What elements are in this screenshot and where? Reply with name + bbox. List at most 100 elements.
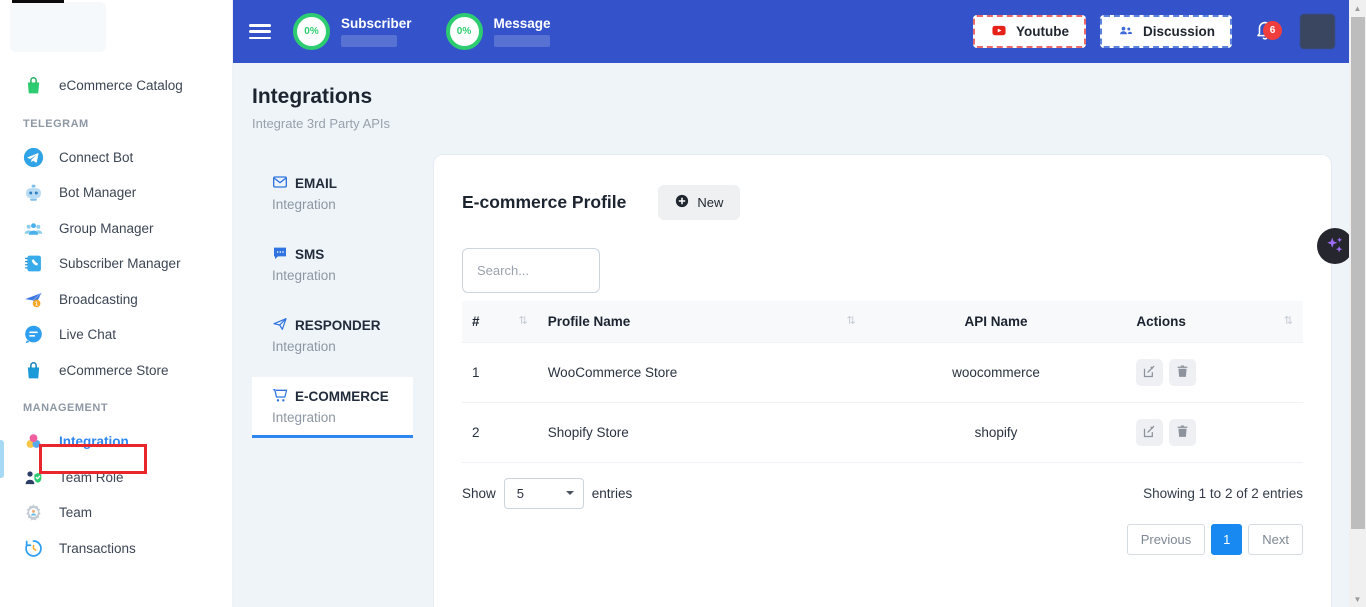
app-window: eCommerce Catalog TELEGRAM Connect Bot B… xyxy=(0,0,1366,607)
role-shield-icon xyxy=(23,467,44,488)
sidebar-item-bot-manager[interactable]: Bot Manager xyxy=(0,175,232,211)
email-icon xyxy=(272,174,288,193)
youtube-button-label: Youtube xyxy=(1016,24,1069,39)
notification-count-badge: 6 xyxy=(1263,21,1282,40)
svg-text:1: 1 xyxy=(35,301,38,307)
shopping-bag-blue-icon xyxy=(23,360,44,381)
youtube-button[interactable]: Youtube xyxy=(973,15,1086,48)
ecommerce-profile-card: E-commerce Profile New # xyxy=(433,154,1332,607)
current-page-button[interactable]: 1 xyxy=(1211,524,1242,555)
sidebar-item-label: Transactions xyxy=(59,541,136,556)
next-page-button[interactable]: Next xyxy=(1248,524,1303,555)
sidebar-item-team[interactable]: Team xyxy=(0,495,232,531)
sidebar-item-ecommerce-store[interactable]: eCommerce Store xyxy=(0,353,232,389)
subscriber-stat: 0% Subscriber xyxy=(293,13,412,50)
delete-button[interactable] xyxy=(1169,359,1196,386)
tab-ecommerce-integration[interactable]: E-COMMERCE Integration xyxy=(252,377,413,438)
delete-button[interactable] xyxy=(1169,419,1196,446)
message-stat: 0% Message xyxy=(446,13,551,50)
tab-sublabel: Integration xyxy=(272,197,413,212)
vertical-scrollbar[interactable]: ▲ ▼ xyxy=(1349,0,1366,607)
page-subtitle: Integrate 3rd Party APIs xyxy=(252,116,1332,131)
profiles-table: # ⇅ Profile Name ⇅ API Name Ac xyxy=(462,301,1303,463)
sidebar-item-group-manager[interactable]: Group Manager xyxy=(0,211,232,247)
entries-select-wrap: 5 xyxy=(504,478,584,509)
user-avatar[interactable] xyxy=(1300,14,1335,49)
col-header-api-name[interactable]: API Name xyxy=(866,301,1127,343)
shopping-bag-green-icon xyxy=(23,75,44,96)
message-progress-circle: 0% xyxy=(446,13,483,50)
new-profile-button[interactable]: New xyxy=(658,185,740,220)
sidebar-item-label: Integration xyxy=(59,434,129,449)
showing-entries-text: Showing 1 to 2 of 2 entries xyxy=(1143,486,1303,501)
tab-sublabel: Integration xyxy=(272,410,413,425)
cell-num: 1 xyxy=(462,343,538,403)
active-item-indicator xyxy=(0,440,4,478)
tab-sms-integration[interactable]: SMS Integration xyxy=(252,235,413,293)
team-gear-icon xyxy=(23,502,44,523)
col-header-profile-name[interactable]: Profile Name ⇅ xyxy=(538,301,866,343)
trash-icon xyxy=(1175,424,1190,442)
chat-bubble-icon xyxy=(23,324,44,345)
scroll-down-arrow[interactable]: ▼ xyxy=(1349,591,1366,607)
logo-artifact xyxy=(12,0,64,3)
ai-assistant-fab[interactable] xyxy=(1317,228,1353,264)
discussion-people-icon xyxy=(1117,23,1135,41)
sidebar-item-ecommerce-catalog[interactable]: eCommerce Catalog xyxy=(0,68,232,104)
sidebar-item-broadcasting[interactable]: 1 Broadcasting xyxy=(0,282,232,318)
sidebar-item-team-role[interactable]: Team Role xyxy=(0,460,232,496)
sms-icon xyxy=(272,245,288,264)
search-input[interactable] xyxy=(462,248,600,293)
sidebar-item-label: Live Chat xyxy=(59,327,116,342)
robot-icon xyxy=(23,182,44,203)
notification-bell-icon[interactable]: 6 xyxy=(1254,17,1276,46)
subscriber-stat-label: Subscriber xyxy=(341,16,412,31)
previous-page-button[interactable]: Previous xyxy=(1127,524,1206,555)
sort-icon: ⇅ xyxy=(846,314,855,327)
cell-api-name: shopify xyxy=(866,403,1127,463)
topbar: 0% Subscriber 0% Message Youtube xyxy=(233,0,1349,63)
sidebar-item-label: Group Manager xyxy=(59,221,154,236)
edit-button[interactable] xyxy=(1136,359,1163,386)
sidebar-item-live-chat[interactable]: Live Chat xyxy=(0,317,232,353)
sidebar-item-label: Subscriber Manager xyxy=(59,256,181,271)
telegram-icon xyxy=(23,147,44,168)
sidebar-item-label: Bot Manager xyxy=(59,185,136,200)
message-stat-blurred-value xyxy=(494,35,550,47)
discussion-button[interactable]: Discussion xyxy=(1100,15,1232,48)
sidebar-item-label: Connect Bot xyxy=(59,150,133,165)
sidebar-item-integration[interactable]: Integration xyxy=(0,424,232,460)
responder-plane-icon xyxy=(272,316,288,335)
edit-button[interactable] xyxy=(1136,419,1163,446)
trash-icon xyxy=(1175,364,1190,382)
plus-circle-icon xyxy=(675,194,689,211)
sidebar-section-telegram: TELEGRAM xyxy=(0,108,232,140)
col-header-num[interactable]: # ⇅ xyxy=(462,301,538,343)
main-content: Integrations Integrate 3rd Party APIs EM… xyxy=(233,63,1349,607)
tab-label: EMAIL xyxy=(295,176,337,191)
tab-label: SMS xyxy=(295,247,324,262)
cell-profile-name: Shopify Store xyxy=(538,403,866,463)
entries-per-page-select[interactable]: 5 xyxy=(504,478,584,509)
col-header-actions[interactable]: Actions ⇅ xyxy=(1126,301,1303,343)
tab-responder-integration[interactable]: RESPONDER Integration xyxy=(252,306,413,364)
cell-actions xyxy=(1126,403,1303,463)
scrollbar-thumb[interactable] xyxy=(1351,17,1365,529)
pagination: Previous 1 Next xyxy=(462,524,1303,555)
contact-book-icon xyxy=(23,253,44,274)
scroll-up-arrow[interactable]: ▲ xyxy=(1349,0,1366,16)
hamburger-menu-icon[interactable] xyxy=(249,24,271,39)
sidebar-item-label: Team xyxy=(59,505,92,520)
cart-icon xyxy=(272,387,288,406)
tab-label: RESPONDER xyxy=(295,318,381,333)
sidebar-item-subscriber-manager[interactable]: Subscriber Manager xyxy=(0,246,232,282)
tab-sublabel: Integration xyxy=(272,268,413,283)
card-title: E-commerce Profile xyxy=(462,192,626,213)
sidebar-item-connect-bot[interactable]: Connect Bot xyxy=(0,140,232,176)
tab-email-integration[interactable]: EMAIL Integration xyxy=(252,164,413,222)
new-button-label: New xyxy=(697,195,723,210)
sidebar-item-transactions[interactable]: Transactions xyxy=(0,531,232,567)
sort-icon: ⇅ xyxy=(1284,314,1293,327)
table-header-row: # ⇅ Profile Name ⇅ API Name Ac xyxy=(462,301,1303,343)
table-row: 1 WooCommerce Store woocommerce xyxy=(462,343,1303,403)
